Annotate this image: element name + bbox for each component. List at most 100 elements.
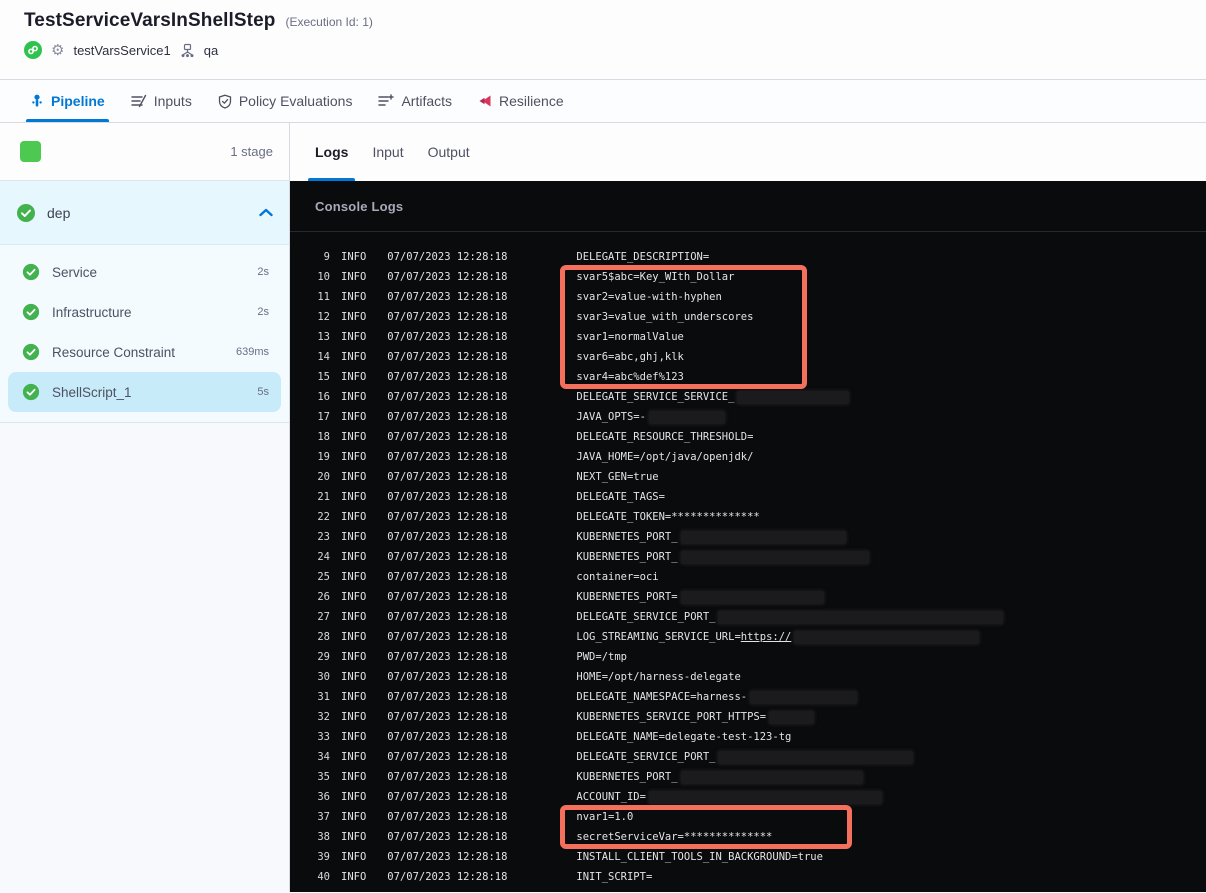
log-line: 9 INFO 07/07/2023 12:28:18 DELEGATE_DESCRIP…: [290, 247, 1206, 267]
log-message: DELEGATE_SERVICE_SERVICE_: [576, 390, 850, 404]
tab-resilience[interactable]: Resilience: [478, 80, 564, 122]
log-level: INFO: [341, 331, 367, 343]
step-item-resource-constraint[interactable]: Resource Constraint 639ms: [8, 332, 281, 372]
log-line-number: 20: [317, 471, 330, 483]
log-level: INFO: [341, 451, 367, 463]
log-timestamp: 07/07/2023 12:28:18: [387, 731, 508, 743]
step-duration: 5s: [257, 386, 269, 398]
log-line: 20 INFO 07/07/2023 12:28:18 NEXT_GEN=true: [290, 467, 1206, 487]
log-message: KUBERNETES_SERVICE_PORT_HTTPS=: [576, 710, 815, 724]
console-tab-logs[interactable]: Logs: [307, 123, 357, 181]
step-item-service[interactable]: Service 2s: [8, 252, 281, 292]
log-message: nvar1=1.0: [576, 811, 634, 823]
log-timestamp: 07/07/2023 12:28:18: [387, 591, 508, 603]
tab-artifacts[interactable]: Artifacts: [378, 80, 452, 122]
log-message: secretServiceVar=**************: [576, 831, 773, 843]
log-line: 19 INFO 07/07/2023 12:28:18 JAVA_HOME=/opt/…: [290, 447, 1206, 467]
log-level: INFO: [341, 431, 367, 443]
console-tab-input[interactable]: Input: [372, 123, 403, 181]
log-line: 21 INFO 07/07/2023 12:28:18 DELEGATE_TAGS=: [290, 487, 1206, 507]
log-message: HOME=/opt/harness-delegate: [576, 671, 741, 683]
log-timestamp: 07/07/2023 12:28:18: [387, 671, 508, 683]
redacted-value: [750, 690, 858, 704]
log-area[interactable]: 9 INFO 07/07/2023 12:28:18 DELEGATE_DESCRIP…: [290, 232, 1206, 887]
log-timestamp: 07/07/2023 12:28:18: [387, 471, 508, 483]
log-timestamp: 07/07/2023 12:28:18: [387, 651, 508, 663]
log-timestamp: 07/07/2023 12:28:18: [387, 351, 508, 363]
log-timestamp: 07/07/2023 12:28:18: [387, 331, 508, 343]
step-detail-panel: Logs Input Output Console Logs 9 INFO 07/07/…: [290, 123, 1206, 892]
log-line-number: 12: [317, 311, 330, 323]
log-line-number: 34: [317, 751, 330, 763]
log-line: 10 INFO 07/07/2023 12:28:18 svar5$abc=Key_W…: [290, 267, 1206, 287]
log-line-number: 31: [317, 691, 330, 703]
log-level: INFO: [341, 411, 367, 423]
log-message: DELEGATE_TOKEN=**************: [576, 511, 760, 523]
log-level: INFO: [341, 771, 367, 783]
stage-header: 1 stage: [0, 123, 289, 181]
log-line: 28 INFO 07/07/2023 12:28:18 LOG_STREAMING_S…: [290, 627, 1206, 647]
log-link[interactable]: https://: [741, 631, 792, 643]
log-message: DELEGATE_TAGS=: [576, 491, 665, 503]
log-timestamp: 07/07/2023 12:28:18: [387, 791, 508, 803]
log-line-number: 27: [317, 611, 330, 623]
log-level: INFO: [341, 571, 367, 583]
log-timestamp: 07/07/2023 12:28:18: [387, 411, 508, 423]
log-level: INFO: [341, 871, 367, 883]
log-level: INFO: [341, 631, 367, 643]
step-duration: 2s: [257, 266, 269, 278]
log-message: DELEGATE_NAMESPACE=harness-: [576, 690, 858, 704]
log-level: INFO: [341, 831, 367, 843]
log-line: 23 INFO 07/07/2023 12:28:18 KUBERNETES_PORT…: [290, 527, 1206, 547]
log-message: svar6=abc,ghj,klk: [576, 351, 684, 363]
log-line: 25 INFO 07/07/2023 12:28:18 container=oci: [290, 567, 1206, 587]
tab-pipeline[interactable]: Pipeline: [26, 80, 109, 122]
log-line-number: 11: [317, 291, 330, 303]
log-timestamp: 07/07/2023 12:28:18: [387, 371, 508, 383]
tab-policy-evaluations[interactable]: Policy Evaluations: [218, 80, 352, 122]
success-check-icon: [16, 203, 36, 223]
chevron-up-icon[interactable]: [259, 208, 273, 217]
log-line-number: 13: [317, 331, 330, 343]
step-item-infrastructure[interactable]: Infrastructure 2s: [8, 292, 281, 332]
log-line-number: 14: [317, 351, 330, 363]
redacted-value: [737, 390, 850, 404]
log-timestamp: 07/07/2023 12:28:18: [387, 251, 508, 263]
log-line: 18 INFO 07/07/2023 12:28:18 DELEGATE_RESOUR…: [290, 427, 1206, 447]
pipeline-icon: [30, 94, 44, 109]
log-message: KUBERNETES_PORT_: [576, 530, 846, 544]
log-timestamp: 07/07/2023 12:28:18: [387, 771, 508, 783]
log-level: INFO: [341, 731, 367, 743]
tab-inputs[interactable]: Inputs: [130, 80, 192, 122]
log-level: INFO: [341, 471, 367, 483]
redacted-value: [718, 750, 914, 764]
log-message: KUBERNETES_PORT_: [576, 770, 863, 784]
step-item-shellscript-1[interactable]: ShellScript_1 5s: [8, 372, 281, 412]
log-level: INFO: [341, 651, 367, 663]
log-line: 33 INFO 07/07/2023 12:28:18 DELEGATE_NAME=d…: [290, 727, 1206, 747]
log-line-number: 35: [317, 771, 330, 783]
log-message: ACCOUNT_ID=: [576, 790, 882, 804]
service-name[interactable]: testVarsService1: [73, 43, 170, 58]
log-line-number: 9: [323, 251, 330, 263]
log-message: PWD=/tmp: [576, 651, 627, 663]
redacted-value: [794, 630, 980, 644]
step-duration: 2s: [257, 306, 269, 318]
log-timestamp: 07/07/2023 12:28:18: [387, 311, 508, 323]
log-level: INFO: [341, 711, 367, 723]
log-level: INFO: [341, 671, 367, 683]
log-timestamp: 07/07/2023 12:28:18: [387, 811, 508, 823]
log-line: 11 INFO 07/07/2023 12:28:18 svar2=value-wit…: [290, 287, 1206, 307]
step-label: Infrastructure: [52, 304, 132, 320]
redacted-value: [718, 610, 1004, 624]
stage-status-chip[interactable]: [20, 141, 41, 162]
log-line-number: 15: [317, 371, 330, 383]
console-title: Console Logs: [315, 198, 404, 214]
policy-shield-icon: [218, 94, 232, 109]
tab-label: Pipeline: [51, 93, 105, 109]
stage-group-dep[interactable]: dep: [0, 181, 289, 245]
console-tab-output[interactable]: Output: [428, 123, 470, 181]
log-level: INFO: [341, 251, 367, 263]
log-level: INFO: [341, 371, 367, 383]
environment-name[interactable]: qa: [204, 43, 218, 58]
